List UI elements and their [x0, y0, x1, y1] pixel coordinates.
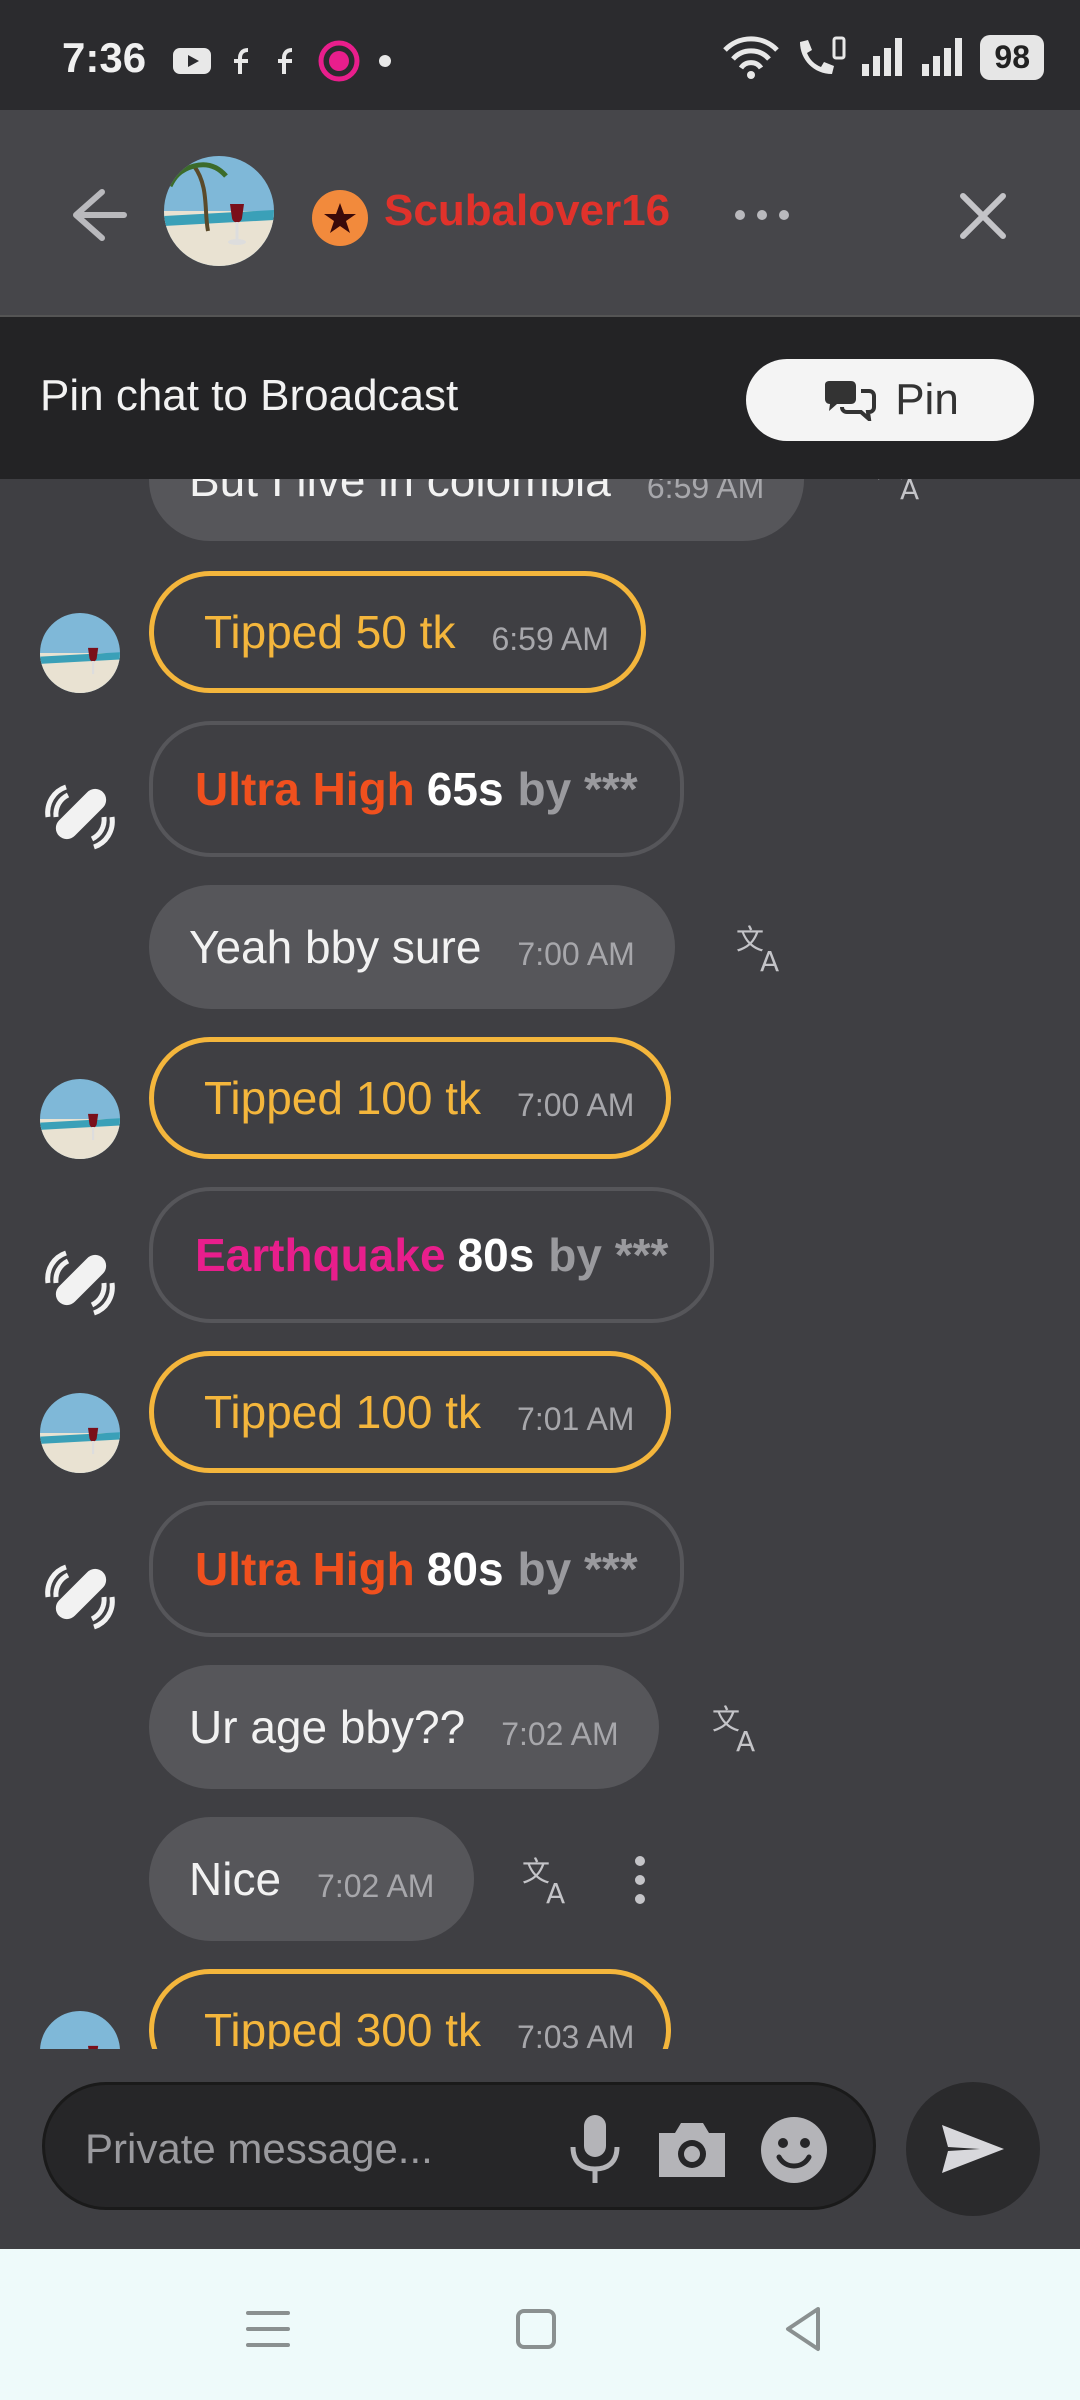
status-time: 7:36: [62, 34, 147, 81]
wifi-icon: [723, 36, 780, 79]
tip-bubble[interactable]: Tipped 300 tk 7:03 AM: [149, 1969, 672, 2050]
message-time: 7:02 AM: [317, 1867, 435, 1904]
recent-apps-icon[interactable]: [238, 2299, 298, 2359]
vibration-bubble[interactable]: Ultra High 80s by ***: [149, 1501, 684, 1637]
message-time: 6:59 AM: [646, 479, 765, 505]
message-menu-icon[interactable]: [633, 1855, 647, 1905]
app-icon: [278, 48, 293, 74]
dot-icon: [379, 55, 391, 67]
message-bubble[interactable]: Ur age bby?? 7:02 AM: [149, 1665, 659, 1789]
vibrator-icon: [45, 1250, 115, 1316]
pin-button-label: Pin: [895, 375, 959, 424]
vibration-bubble[interactable]: Ultra High 65s by ***: [149, 721, 684, 857]
translate-icon[interactable]: 文A: [874, 479, 928, 503]
svg-text:A: A: [546, 1877, 565, 1907]
svg-text:A: A: [760, 945, 779, 975]
signal-icon: [922, 38, 963, 76]
vibration-by: by ***: [548, 1229, 669, 1281]
avatar[interactable]: [40, 1079, 120, 1159]
record-icon: [318, 40, 360, 82]
avatar[interactable]: [40, 1393, 120, 1473]
system-icons: 98: [722, 34, 1044, 80]
message-bubble[interactable]: But I live in colombia 6:59 AM: [149, 479, 805, 541]
vibration-by: by ***: [517, 1543, 638, 1595]
message-composer: Private message...: [0, 2049, 1080, 2249]
message-text: Yeah bby sure: [189, 921, 482, 973]
youtube-icon: [173, 48, 211, 74]
emoji-icon[interactable]: [759, 2115, 829, 2185]
message-bubble[interactable]: Yeah bby sure 7:00 AM: [149, 885, 675, 1009]
wifi-call-icon: [800, 36, 846, 74]
translate-icon[interactable]: 文A: [520, 1853, 574, 1907]
vibration-level: Ultra High: [195, 763, 415, 815]
vibration-level: Ultra High: [195, 1543, 415, 1595]
avatar[interactable]: [164, 156, 274, 266]
tip-time: 7:00 AM: [517, 1086, 635, 1123]
vibration-duration: 65s: [426, 763, 504, 815]
tip-time: 7:03 AM: [517, 2018, 635, 2050]
pin-banner: Pin chat to Broadcast Pin: [0, 317, 1080, 479]
vibration-by: by ***: [517, 763, 638, 815]
vibration-level: Earthquake: [195, 1229, 446, 1281]
tip-text: Tipped 50 tk: [204, 606, 456, 658]
chat-header: Scubalover16: [0, 110, 1080, 317]
message-bubble[interactable]: Nice 7:02 AM: [149, 1817, 475, 1941]
message-text: But I live in colombia: [189, 479, 611, 506]
avatar[interactable]: [40, 2011, 120, 2049]
tip-text: Tipped 300 tk: [204, 2004, 482, 2049]
message-text: Nice: [189, 1853, 282, 1905]
message-time: 7:02 AM: [501, 1715, 619, 1752]
battery-level: 98: [980, 34, 1044, 80]
message-input[interactable]: Private message...: [42, 2082, 876, 2210]
vibration-bubble[interactable]: Earthquake 80s by ***: [149, 1187, 715, 1323]
translate-icon[interactable]: 文A: [710, 1701, 764, 1755]
signal-icon: [862, 38, 903, 76]
app-icon: [234, 48, 249, 74]
tip-bubble[interactable]: Tipped 100 tk 7:01 AM: [149, 1351, 672, 1473]
close-icon[interactable]: [955, 188, 1011, 244]
username[interactable]: Scubalover16: [384, 186, 670, 236]
system-nav-bar: [0, 2249, 1080, 2400]
send-icon: [942, 2125, 1004, 2173]
star-badge-icon: [312, 190, 368, 246]
vibrator-icon: [45, 1564, 115, 1630]
chat-bubbles-icon: [825, 381, 877, 421]
vibrator-icon: [45, 784, 115, 850]
svg-text:A: A: [736, 1725, 755, 1755]
notification-icons: [172, 40, 392, 82]
microphone-icon[interactable]: [565, 2113, 625, 2185]
chat-messages[interactable]: But I live in colombia 6:59 AM 文A Tipped…: [0, 479, 1080, 2049]
vibration-duration: 80s: [457, 1229, 535, 1281]
translate-icon[interactable]: 文A: [734, 921, 788, 975]
message-input-placeholder: Private message...: [85, 2125, 433, 2172]
pin-banner-text: Pin chat to Broadcast: [40, 371, 459, 420]
send-button[interactable]: [906, 2082, 1040, 2216]
status-bar: 7:36 98: [0, 0, 1080, 110]
pin-button[interactable]: Pin: [746, 359, 1034, 441]
tip-time: 7:01 AM: [517, 1400, 635, 1437]
back-arrow-icon[interactable]: [62, 180, 132, 250]
tip-bubble[interactable]: Tipped 50 tk 6:59 AM: [149, 571, 646, 693]
tip-time: 6:59 AM: [491, 620, 609, 657]
home-icon[interactable]: [506, 2299, 566, 2359]
vibration-duration: 80s: [426, 1543, 504, 1595]
tip-text: Tipped 100 tk: [204, 1386, 482, 1438]
svg-text:A: A: [900, 479, 919, 503]
message-text: Ur age bby??: [189, 1701, 466, 1753]
avatar[interactable]: [40, 613, 120, 693]
tip-bubble[interactable]: Tipped 100 tk 7:00 AM: [149, 1037, 672, 1159]
back-icon[interactable]: [774, 2299, 834, 2359]
tip-text: Tipped 100 tk: [204, 1072, 482, 1124]
more-options-icon[interactable]: [732, 200, 792, 230]
camera-icon[interactable]: [655, 2117, 729, 2181]
message-time: 7:00 AM: [517, 935, 635, 972]
